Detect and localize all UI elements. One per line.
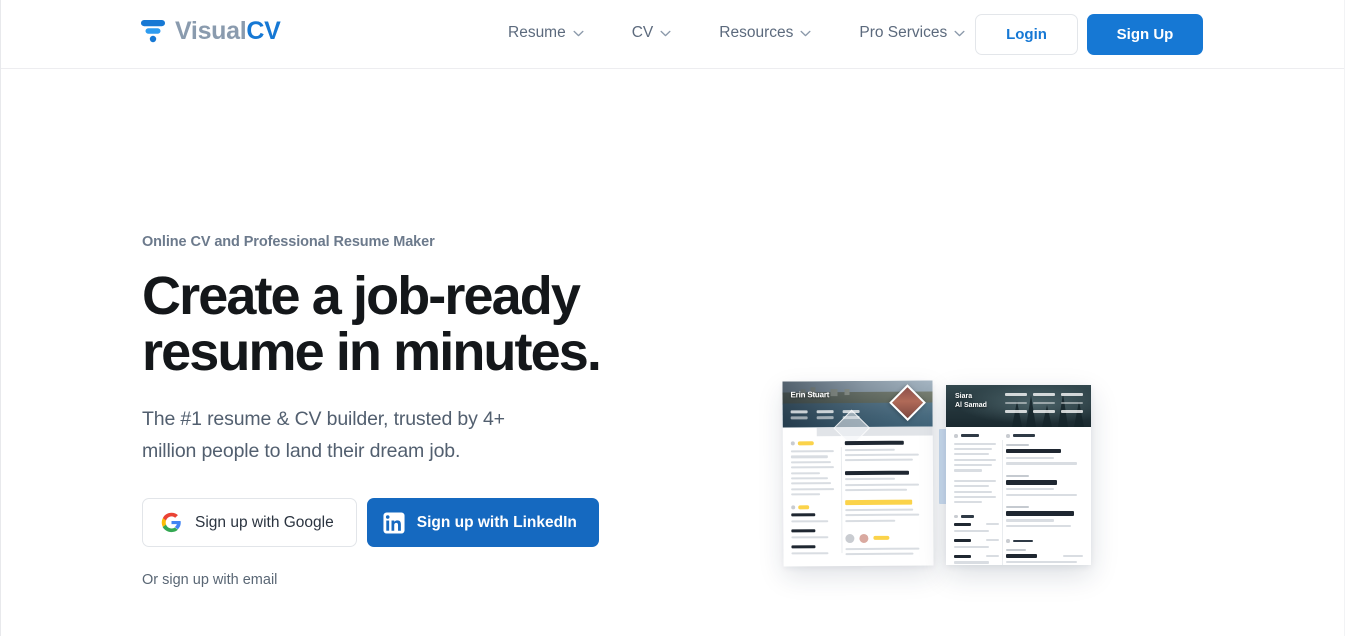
resume-header-photo-forest: Siara Al Samad <box>946 385 1091 427</box>
resume-preview-siara-al-samad[interactable]: Siara Al Samad <box>946 385 1091 565</box>
signup-with-google-label: Sign up with Google <box>195 513 334 531</box>
brand-text-visual: Visual <box>175 16 247 45</box>
google-g-icon <box>161 513 181 533</box>
skill-avatar <box>859 533 869 543</box>
hero-headline-line1: Create a job-ready <box>142 266 581 326</box>
hero-copy: Online CV and Professional Resume Maker … <box>142 234 702 589</box>
signup-with-linkedin-label: Sign up with LinkedIn <box>416 513 577 531</box>
nav-item-cv-label: CV <box>631 24 654 41</box>
linkedin-in-icon <box>383 512 405 534</box>
resume-name: Siara Al Samad <box>955 392 987 411</box>
chevron-down-icon <box>800 30 811 36</box>
brand-text: VisualCV <box>175 16 281 45</box>
funnel-logo-icon <box>141 20 165 43</box>
nav-item-resume-label: Resume <box>508 24 566 41</box>
page-root: VisualCV Resume CV Resources Pro Service… <box>0 0 1345 636</box>
chevron-down-icon <box>954 30 965 36</box>
resume-body <box>946 427 1091 565</box>
hero-headline-line2: resume in minutes. <box>142 322 602 383</box>
resume-name-line1: Siara <box>955 393 973 400</box>
resume-right-column <box>1002 434 1083 565</box>
signup-with-google-button[interactable]: Sign up with Google <box>142 498 357 548</box>
section-highlight <box>797 441 814 446</box>
main-navigation: Resume CV Resources Pro Services <box>508 20 965 46</box>
resume-previews: Erin Stuart Siara Al Samad <box>761 339 1141 619</box>
chevron-down-icon <box>573 30 584 36</box>
resume-right-column <box>840 440 926 559</box>
brand-logo[interactable]: VisualCV <box>140 16 281 46</box>
section-bullet <box>954 434 958 438</box>
signup-with-email-link[interactable]: Or sign up with email <box>142 572 277 588</box>
resume-left-column <box>954 434 1000 565</box>
section-bullet <box>790 441 795 446</box>
resume-role-placeholder <box>791 401 792 405</box>
resume-body <box>783 427 934 567</box>
section-bullet <box>791 505 796 510</box>
nav-item-resources-label: Resources <box>719 24 794 41</box>
nav-item-pro-services-label: Pro Services <box>859 24 948 41</box>
nav-item-resume[interactable]: Resume <box>508 20 584 46</box>
site-header: VisualCV Resume CV Resources Pro Service… <box>1 0 1344 69</box>
nav-item-pro-services[interactable]: Pro Services <box>859 20 965 46</box>
resume-contact-grid <box>1005 393 1083 413</box>
resume-name-line2: Al Samad <box>955 402 987 410</box>
section-bullet <box>1006 539 1010 543</box>
brand-text-cv: CV <box>246 16 281 45</box>
section-bullet <box>1006 434 1010 438</box>
hero-eyebrow: Online CV and Professional Resume Maker <box>142 234 435 250</box>
resume-name: Erin Stuart <box>790 390 830 400</box>
nav-item-cv[interactable]: CV <box>632 20 672 46</box>
login-button[interactable]: Login <box>975 14 1078 55</box>
signup-with-linkedin-button[interactable]: Sign up with LinkedIn <box>366 498 599 548</box>
hero-cta-row: Sign up with Google Sign up with LinkedI… <box>142 498 702 548</box>
chevron-down-icon <box>660 30 671 36</box>
skill-avatar <box>845 533 855 543</box>
section-highlight <box>798 505 810 510</box>
section-bullet <box>954 514 958 519</box>
skill-highlight <box>873 536 890 541</box>
hero-subheading: The #1 resume & CV builder, trusted by 4… <box>142 408 505 462</box>
hero-section: Online CV and Professional Resume Maker … <box>1 69 1344 636</box>
nav-item-resources[interactable]: Resources <box>719 20 811 46</box>
resume-preview-erin-stuart[interactable]: Erin Stuart <box>782 380 934 567</box>
header-actions: Login Sign Up <box>975 14 1203 55</box>
signup-button[interactable]: Sign Up <box>1087 14 1203 55</box>
hero-headline: Create a job-ready resume in minutes. <box>142 268 702 380</box>
resume-left-column <box>790 441 839 559</box>
